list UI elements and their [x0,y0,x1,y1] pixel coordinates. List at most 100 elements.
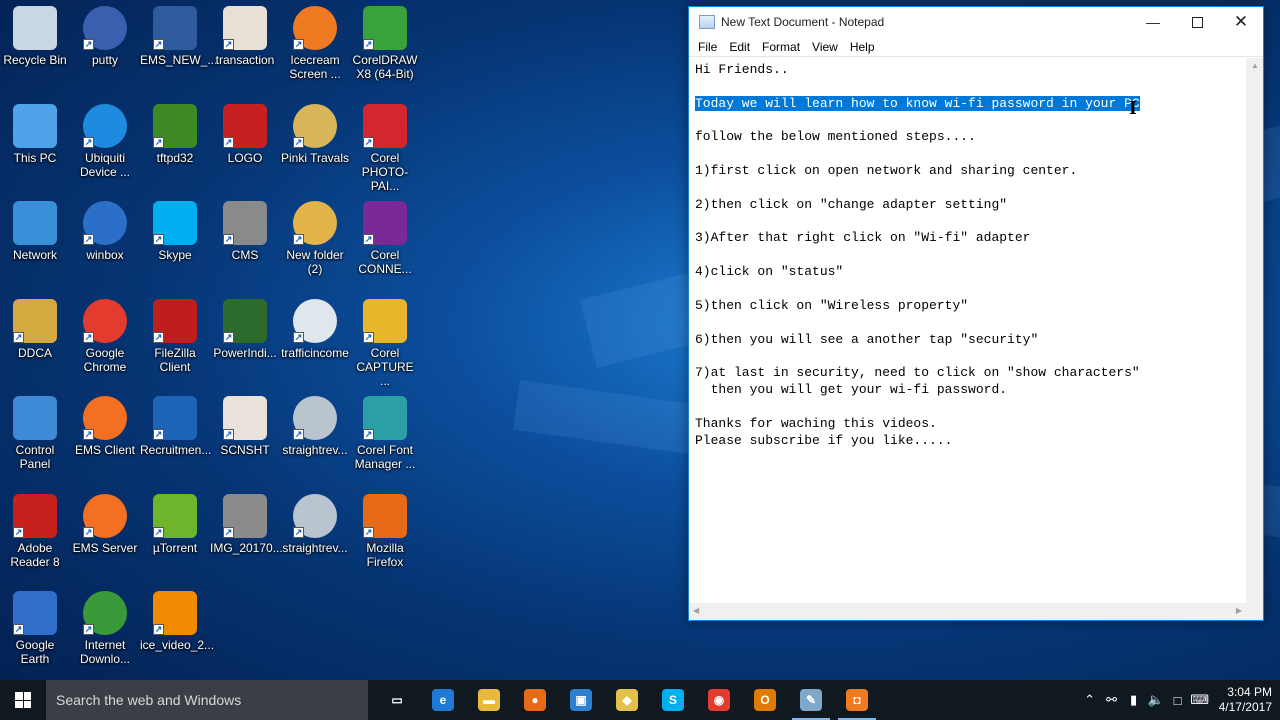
clock-date: 4/17/2017 [1218,700,1272,714]
desktop-icon[interactable]: Recycle Bin [0,2,70,94]
shortcut-arrow-icon: ↗ [223,527,234,538]
taskbar-app-button[interactable]: ◘ [834,680,880,720]
taskbar-app-button[interactable]: S [650,680,696,720]
desktop-icon[interactable]: ↗ SCNSHT [210,392,280,484]
menu-file[interactable]: File [692,40,723,54]
desktop-icon[interactable]: ↗ Ubiquiti Device ... [70,100,140,192]
minimize-button[interactable]: — [1131,7,1175,37]
desktop-icon[interactable]: ↗ FileZilla Client [140,295,210,387]
vertical-scrollbar[interactable]: ▲ [1246,58,1263,603]
desktop-icon[interactable]: ↗ Mozilla Firefox [350,490,420,582]
desktop-icon[interactable]: ↗ LOGO [210,100,280,192]
line-text: 4)click on "status" [695,264,844,280]
desktop-icon[interactable]: ↗ Internet Downlo... [70,587,140,679]
menu-edit[interactable]: Edit [723,40,756,54]
resize-grip[interactable] [1246,603,1263,620]
clock[interactable]: 3:04 PM 4/17/2017 [1211,685,1280,715]
desktop-icon[interactable]: ↗ DDCA [0,295,70,387]
wifi-icon[interactable]: ⚯ [1101,692,1123,708]
menu-format[interactable]: Format [756,40,806,54]
taskbar-app-button[interactable]: ▬ [466,680,512,720]
corel-photopaint-icon: ↗ [363,104,407,148]
desktop-icon[interactable]: ↗ Adobe Reader 8 [0,490,70,582]
desktop-icon[interactable]: ↗ Google Chrome [70,295,140,387]
battery-icon[interactable]: ▮ [1123,692,1145,708]
taskbar-app-button[interactable]: ◆ [604,680,650,720]
desktop-icon[interactable]: This PC [0,100,70,192]
text-line: 7)at last in security, need to click on … [695,365,1246,382]
text-line: follow the below mentioned steps.... [695,129,1246,146]
desktop-icon-label: Mozilla Firefox [366,541,404,569]
line-text: 3)After that right click on "Wi-fi" adap… [695,230,1031,246]
desktop-icon[interactable]: ↗ transaction [210,2,280,94]
text-line: 3)After that right click on "Wi-fi" adap… [695,230,1246,247]
desktop-icon[interactable]: ↗ IMG_20170... [210,490,283,582]
desktop-icon[interactable]: ↗ EMS Server [70,490,140,582]
keyboard-icon[interactable]: ⌨ [1189,692,1211,708]
desktop-icon-label: LOGO [227,151,263,165]
desktop-icon[interactable]: ↗ trafficincome [280,295,350,387]
desktop-icon[interactable]: ↗ ice_video_2... [140,587,214,679]
desktop-icon[interactable]: ↗ Google Earth [0,587,70,679]
taskbar-app-button[interactable]: ● [512,680,558,720]
action-center-icon[interactable]: □ [1167,693,1189,708]
menu-view[interactable]: View [806,40,844,54]
shortcut-arrow-icon: ↗ [223,39,234,50]
taskbar-app-button[interactable]: ▭ [374,680,420,720]
desktop-icon[interactable]: ↗ Recruitmen... [140,392,211,484]
maximize-button[interactable] [1175,7,1219,37]
desktop-icon[interactable]: Network [0,197,70,289]
search-box[interactable]: Search the web and Windows [46,680,368,720]
desktop-icon[interactable]: ↗ EMS_NEW_... [140,2,217,94]
desktop-icon[interactable]: ↗ Corel CAPTURE ... [350,295,420,388]
title-bar[interactable]: New Text Document - Notepad — ✕ [689,7,1263,37]
desktop-icon[interactable]: ↗ straightrev... [280,392,350,484]
desktop-icon[interactable]: ↗ CorelDRAW X8 (64-Bit) [350,2,420,94]
taskbar-app-button[interactable]: ✎ [788,680,834,720]
desktop-icon[interactable]: ↗ Corel Font Manager ... [350,392,420,484]
line-text: follow the below mentioned steps.... [695,129,976,145]
icecream-icon: ◘ [846,689,868,711]
desktop-icon[interactable]: ↗ PowerIndi... [210,295,280,387]
icecream-icon: ↗ [293,6,337,50]
line-text: then you will get your wi-fi password. [695,382,1008,398]
desktop-icon[interactable]: ↗ straightrev... [280,490,350,582]
start-button[interactable] [0,680,46,720]
notepad-window[interactable]: New Text Document - Notepad — ✕ File Edi… [688,6,1264,621]
firefox-icon: ↗ [363,494,407,538]
scroll-up-icon[interactable]: ▲ [1251,61,1259,70]
desktop-icon[interactable]: ↗ winbox [70,197,140,289]
desktop-icon[interactable]: ↗ EMS Client [70,392,140,484]
desktop-icon[interactable]: ↗ Skype [140,197,210,289]
menu-help[interactable]: Help [844,40,881,54]
scroll-left-icon[interactable]: ◀ [693,606,699,615]
ems-client-icon: ↗ [83,396,127,440]
desktop-icon[interactable]: ↗ Pinki Travals [280,100,350,192]
desktop-icon-label: This PC [13,151,57,165]
desktop-icon[interactable]: ↗ Icecream Screen ... [280,2,350,94]
scroll-right-icon[interactable]: ▶ [1236,606,1242,615]
text-line [695,214,1246,231]
text-editor[interactable]: Hi Friends.. Today we will learn how to k… [689,58,1246,603]
taskbar-app-button[interactable]: O [742,680,788,720]
horizontal-scrollbar[interactable]: ◀ ▶ [689,603,1246,620]
taskbar-app-button[interactable]: e [420,680,466,720]
outlook-icon: O [754,689,776,711]
desktop-icon[interactable]: ↗ µTorrent [140,490,210,582]
desktop-icon[interactable]: ↗ Corel PHOTO-PAI... [350,100,420,193]
desktop-icon[interactable]: ↗ tftpd32 [140,100,210,192]
minimize-icon: — [1146,14,1160,30]
desktop-icon[interactable]: ↗ New folder (2) [280,197,350,289]
close-icon: ✕ [1233,12,1249,31]
shortcut-arrow-icon: ↗ [153,527,164,538]
volume-icon[interactable]: 🔈 [1145,692,1167,708]
desktop-icon[interactable]: Control Panel [0,392,70,484]
desktop-icon[interactable]: ↗ CMS [210,197,280,289]
show-hidden-icons-chevron-icon[interactable]: ⌃ [1079,692,1101,708]
taskbar-app-button[interactable]: ▣ [558,680,604,720]
taskbar-app-button[interactable]: ◉ [696,680,742,720]
desktop-icon[interactable]: ↗ Corel CONNE... [350,197,420,289]
close-button[interactable]: ✕ [1219,7,1263,37]
desktop-icon[interactable]: ↗ putty [70,2,140,94]
shortcut-arrow-icon: ↗ [83,429,94,440]
